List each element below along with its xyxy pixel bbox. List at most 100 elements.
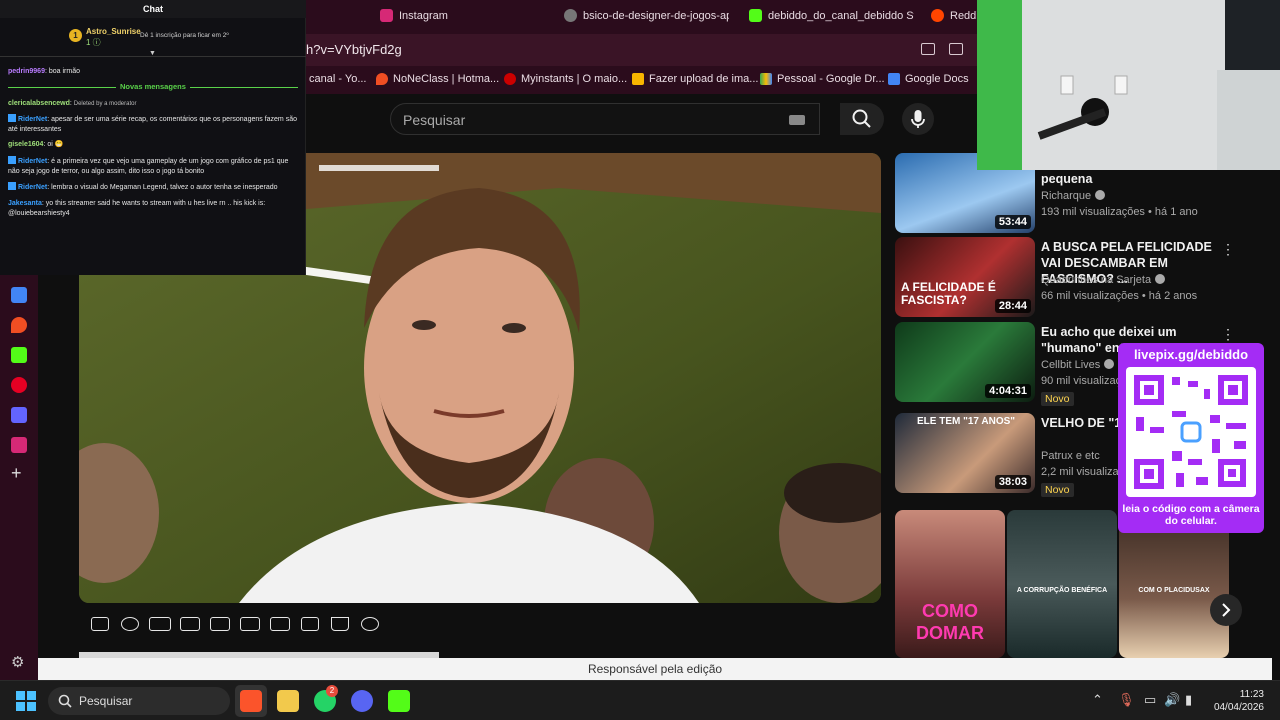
mastodon-icon[interactable] xyxy=(11,407,27,423)
browser-sidebar: + ⚙ xyxy=(0,275,38,685)
resize-icon[interactable] xyxy=(210,617,230,631)
windows-start-icon[interactable] xyxy=(16,691,36,711)
microphone-icon[interactable]: 🎙 xyxy=(1118,692,1135,708)
search-icon xyxy=(852,109,871,128)
battery-icon[interactable]: ▮ xyxy=(1185,692,1192,708)
clapperboard-icon[interactable] xyxy=(180,617,200,631)
volume-icon[interactable]: 🔊 xyxy=(1164,692,1180,708)
webcam-feed xyxy=(977,0,1280,170)
network-icon[interactable]: ▭ xyxy=(1144,692,1156,708)
bookmark-google-docs[interactable]: Google Docs xyxy=(888,73,969,85)
camera-icon[interactable] xyxy=(301,617,319,631)
duration: 28:44 xyxy=(994,299,1031,313)
tab-label: debiddo_do_canal_debiddo Stre xyxy=(768,9,914,22)
qr-code-image xyxy=(1134,375,1248,489)
kick-app-icon[interactable] xyxy=(388,690,410,712)
chat-user[interactable]: pedrin9969 xyxy=(8,68,45,75)
gear-icon[interactable]: ⚙ xyxy=(11,653,24,671)
short-thumbnail-text: COMO DOMAR xyxy=(916,601,984,643)
video-thumbnail[interactable]: 4:04:31 xyxy=(895,322,1035,402)
discord-icon[interactable] xyxy=(351,690,373,712)
top-gifter-row: 1 Astro_Sunrise 1 ⓘ Dê 1 inscrição para … xyxy=(0,22,306,57)
bookmark-myinstants[interactable]: Myinstants | O maio... xyxy=(504,73,627,85)
bookmark-google-drive[interactable]: Pessoal - Google Dr... xyxy=(760,73,885,85)
broadcast-icon[interactable] xyxy=(121,617,139,631)
video-thumbnail[interactable]: A FELICIDADE É FASCISTA? 28:44 xyxy=(895,237,1035,317)
more-options-icon[interactable]: ⋮ xyxy=(1221,326,1235,343)
channel-label: Cellbit Lives xyxy=(1041,359,1101,371)
new-messages-divider: Novas mensagens xyxy=(0,82,306,92)
channel-name[interactable]: Quadrinhos na Sarjeta xyxy=(1041,274,1166,286)
recommended-video[interactable]: A FELICIDADE É FASCISTA? 28:44 A BUSCA P… xyxy=(895,237,1235,319)
video-title[interactable]: pequena xyxy=(1041,171,1221,187)
tab-designer[interactable]: bsico-de-designer-de-jogos-ap xyxy=(564,9,729,22)
film-icon[interactable] xyxy=(240,617,260,631)
bookmark-label: canal - Yo... xyxy=(309,73,367,85)
channel-name[interactable]: Cellbit Lives xyxy=(1041,359,1115,371)
search-box[interactable]: Pesquisar xyxy=(390,103,820,135)
google-docs-icon xyxy=(888,73,900,85)
keyboard-icon[interactable] xyxy=(789,115,805,125)
eye-icon[interactable] xyxy=(149,617,171,631)
cast-icon[interactable] xyxy=(921,43,935,55)
video-meta: 193 mil visualizações • há 1 ano xyxy=(1041,206,1198,218)
short-video[interactable]: A CORRUPÇÃO BENÉFICA xyxy=(1007,510,1117,658)
brave-browser-icon[interactable] xyxy=(240,690,262,712)
chat-user[interactable]: clericalabsencewd xyxy=(8,100,70,107)
short-caption: A CORRUPÇÃO BENÉFICA xyxy=(1016,587,1108,594)
verified-icon xyxy=(1155,274,1166,284)
chat-user[interactable]: RiderNet xyxy=(18,116,47,123)
pinterest-icon[interactable] xyxy=(11,377,27,393)
chat-user[interactable]: gisele1604 xyxy=(8,141,43,148)
chat-message: clericalabsencewd: Deleted by a moderato… xyxy=(8,100,137,107)
bookmark-upload-image[interactable]: Fazer upload de ima... xyxy=(632,73,758,85)
tab-kick[interactable]: debiddo_do_canal_debiddo Stre xyxy=(749,9,914,22)
bookmark-hotmart[interactable]: NoNeClass | Hotma... xyxy=(376,73,499,85)
channel-name[interactable]: Richarque xyxy=(1041,190,1106,202)
address-bar[interactable]: h?v=VYbtjvFd2g xyxy=(306,34,977,66)
short-video[interactable]: COMO DOMAR xyxy=(895,510,1005,658)
voice-search-button[interactable] xyxy=(902,103,934,135)
url-text[interactable]: h?v=VYbtjvFd2g xyxy=(306,42,402,57)
chat-text: yo this streamer said he wants to stream… xyxy=(8,200,266,217)
taskbar-search[interactable]: Pesquisar xyxy=(48,687,230,715)
top-gifter-name[interactable]: Astro_Sunrise xyxy=(86,27,141,36)
flame-icon[interactable] xyxy=(11,317,27,333)
share-icon[interactable] xyxy=(949,43,963,55)
clock[interactable]: 11:23 04/04/2026 xyxy=(1214,688,1264,714)
instagram-icon xyxy=(380,9,393,22)
chevron-right-icon xyxy=(1222,603,1231,617)
kick-icon[interactable] xyxy=(11,347,27,363)
video-meta: 66 mil visualizações • há 2 anos xyxy=(1041,290,1198,302)
flame-icon xyxy=(376,73,388,85)
flask-icon[interactable] xyxy=(331,617,349,631)
search-input[interactable]: Pesquisar xyxy=(403,112,465,128)
video-thumbnail[interactable]: ELE TEM "17 ANOS" 38:03 xyxy=(895,413,1035,493)
player-controls xyxy=(79,605,881,645)
channel-name[interactable]: Patrux e etc xyxy=(1041,450,1100,462)
docs-icon[interactable] xyxy=(11,287,27,303)
tab-reddit[interactable]: Reddi xyxy=(931,9,977,22)
top-gifter-count: 1 ⓘ xyxy=(86,38,101,47)
next-shorts-button[interactable] xyxy=(1210,594,1242,626)
browser-tab-bar: Instagram bsico-de-designer-de-jogos-ap … xyxy=(306,0,977,34)
instagram-icon[interactable] xyxy=(11,437,27,453)
loop-icon[interactable] xyxy=(91,617,109,631)
search-button[interactable] xyxy=(840,103,884,135)
verified-icon xyxy=(1095,190,1106,200)
chat-user[interactable]: RiderNet xyxy=(18,158,47,165)
add-box-icon[interactable] xyxy=(270,617,290,631)
add-icon[interactable]: + xyxy=(11,463,22,484)
chat-user[interactable]: Jakesanta xyxy=(8,200,42,207)
bookmark-youtube-channel[interactable]: canal - Yo... xyxy=(309,73,367,85)
chat-text: lembra o visual do Megaman Legend, talve… xyxy=(51,184,278,191)
tab-instagram[interactable]: Instagram xyxy=(380,9,448,22)
file-explorer-icon[interactable] xyxy=(277,690,299,712)
verified-icon xyxy=(1104,359,1115,369)
more-options-icon[interactable]: ⋮ xyxy=(1221,241,1235,258)
short-caption: COM O PLACIDUSAX xyxy=(1138,587,1210,594)
chevron-up-icon[interactable]: ⌃ xyxy=(1092,692,1103,708)
chat-user[interactable]: RiderNet xyxy=(18,184,47,191)
settings-icon[interactable] xyxy=(361,617,379,631)
qr-instructions: leia o código com a câmera do celular. xyxy=(1122,503,1260,527)
